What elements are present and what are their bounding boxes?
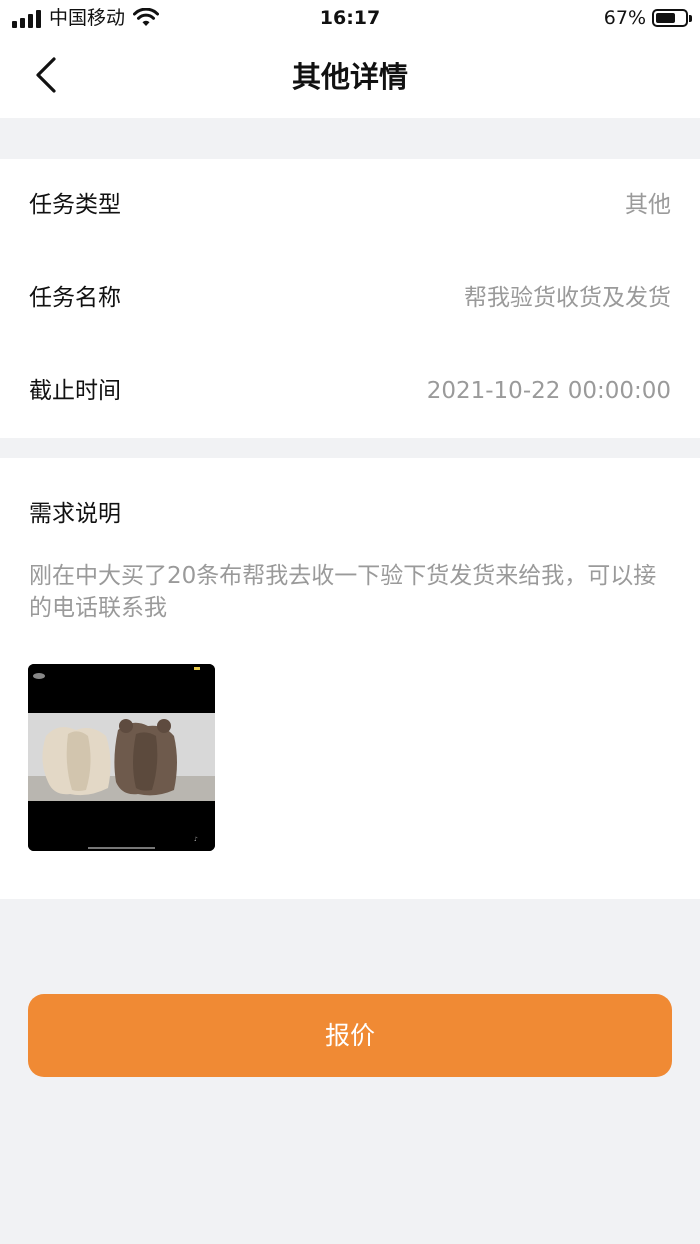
task-name-label: 任务名称: [29, 285, 121, 311]
nav-bar: 其他详情: [0, 36, 700, 118]
battery-fill: [656, 13, 675, 23]
deadline-value: 2021-10-22 00:00:00: [426, 378, 671, 404]
task-info-card: 任务类型 其他 任务名称 帮我验货收货及发货 截止时间 2021-10-22 0…: [0, 159, 700, 438]
page-title: 其他详情: [291, 60, 408, 94]
status-bar: 中国移动 16:17 67%: [0, 0, 700, 36]
quote-button[interactable]: 报价: [28, 994, 672, 1077]
row-task-name: 任务名称 帮我验货收货及发货: [0, 252, 700, 345]
battery-icon: [652, 9, 692, 27]
task-type-value: 其他: [625, 192, 671, 218]
task-type-label: 任务类型: [29, 192, 121, 218]
requirement-title: 需求说明: [29, 501, 121, 527]
task-name-value: 帮我验货收货及发货: [464, 285, 671, 311]
status-right: 67%: [603, 6, 692, 30]
deadline-label: 截止时间: [29, 378, 121, 404]
row-task-type: 任务类型 其他: [0, 159, 700, 252]
attachment-photo[interactable]: ♪: [28, 664, 215, 851]
battery-percent: 67%: [603, 7, 646, 29]
requirement-text: 刚在中大买了20条布帮我去收一下验下货发货来给我，可以接的电话联系我: [29, 563, 657, 621]
photo-thumbnail: ♪: [28, 664, 215, 851]
requirement-card: 需求说明 刚在中大买了20条布帮我去收一下验下货发货来给我，可以接的电话联系我 …: [0, 458, 700, 899]
row-deadline: 截止时间 2021-10-22 00:00:00: [0, 345, 700, 438]
svg-text:♪: ♪: [194, 836, 198, 843]
status-time: 16:17: [319, 7, 381, 29]
